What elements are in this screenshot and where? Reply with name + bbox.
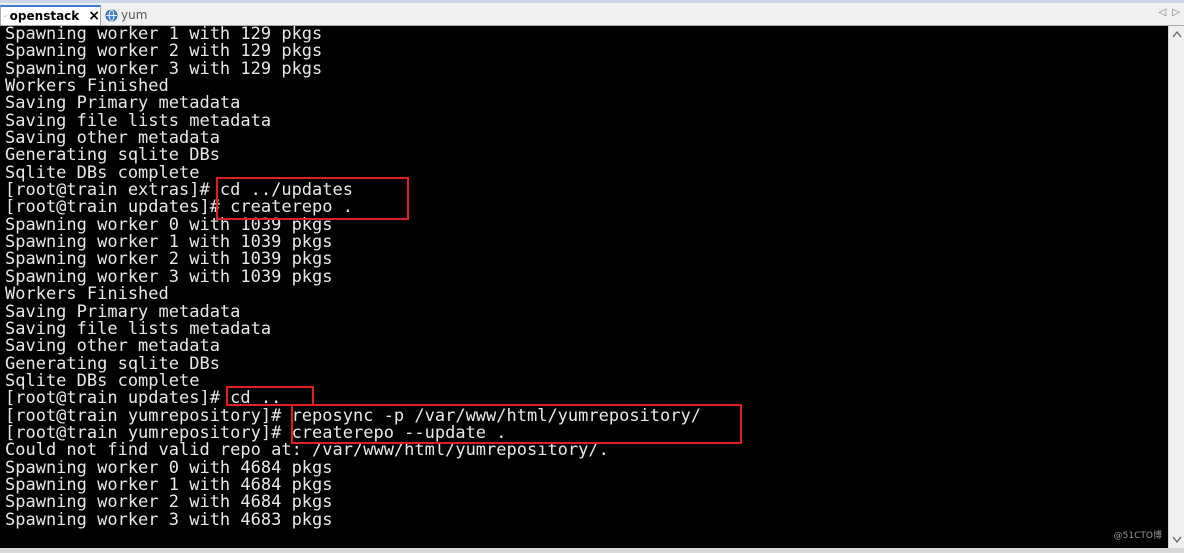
tab-label-openstack: openstack <box>9 9 80 23</box>
tab-label-yum: yum <box>121 8 148 22</box>
check-icon <box>4 15 7 17</box>
terminal-output[interactable]: Spawning worker 1 with 129 pkgs Spawning … <box>0 26 1168 548</box>
terminal-line: Saving other metadata <box>5 336 220 357</box>
tab-navigation: ◁ ▷ <box>1159 7 1180 18</box>
highlight-box-cd-parent <box>226 386 314 406</box>
terminal-lines: Spawning worker 1 with 129 pkgs Spawning … <box>5 26 701 529</box>
terminal-line: Workers Finished <box>5 284 169 305</box>
scroll-up-icon[interactable] <box>1172 30 1182 38</box>
tab-openstack[interactable]: openstack × <box>0 5 101 25</box>
terminal-line: Spawning worker 3 with 4683 pkgs <box>5 509 333 530</box>
tab-next-icon[interactable]: ▷ <box>1172 7 1180 18</box>
highlight-box-reposync <box>291 404 742 444</box>
terminal-line: Could not find valid repo at: /var/www/h… <box>5 440 609 461</box>
globe-icon <box>105 9 118 21</box>
close-tab-icon[interactable]: × <box>88 9 100 23</box>
scroll-down-icon[interactable] <box>1172 536 1182 544</box>
highlight-box-cd-updates <box>216 177 409 220</box>
vertical-scrollbar[interactable] <box>1168 26 1184 548</box>
tab-prev-icon[interactable]: ◁ <box>1159 7 1167 18</box>
tab-bar: openstack × yum ◁ ▷ <box>0 3 1184 26</box>
bottom-status-strip <box>0 548 1184 553</box>
watermark: @51CTO博 <box>1113 531 1162 541</box>
terminal-window: openstack × yum ◁ ▷ Spawning worker 1 wi… <box>0 0 1184 553</box>
tab-yum[interactable]: yum <box>103 5 163 25</box>
